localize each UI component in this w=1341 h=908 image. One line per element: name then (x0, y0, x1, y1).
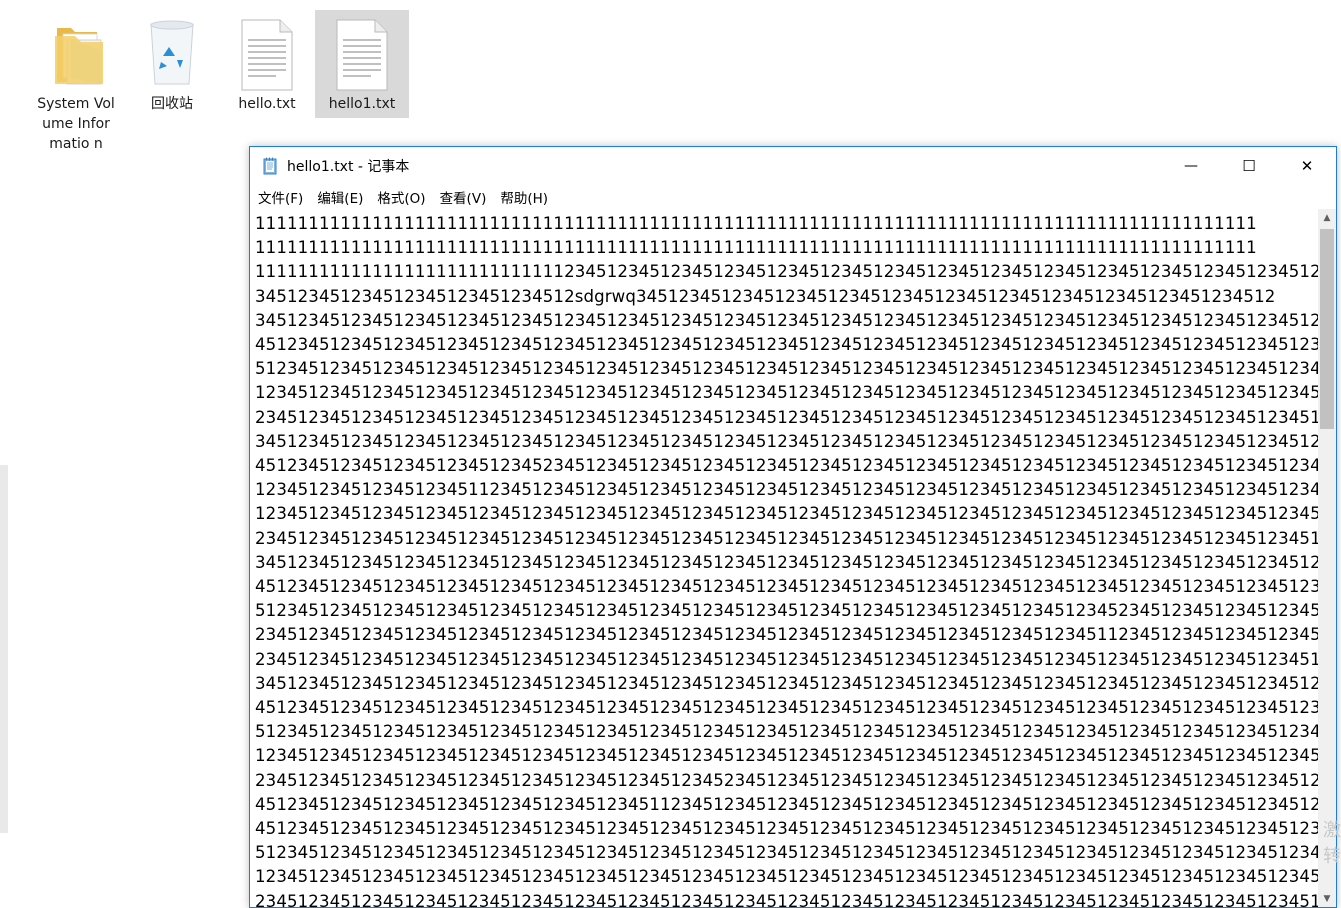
minimize-button[interactable]: — (1162, 147, 1220, 185)
desktop-icon-label: hello1.txt (328, 96, 396, 112)
menu-format[interactable]: 格式(O) (369, 187, 431, 207)
desktop-icon-system-volume-information[interactable]: System Volume Informatio n (29, 10, 123, 158)
text-line: 2345123451234512345123451234512345123451… (255, 528, 1318, 548)
text-line: 4512345123451234512345123451234512345123… (255, 698, 1318, 718)
desktop-icon-recycle-bin[interactable]: 回收站 (125, 10, 219, 118)
text-line: 4512345123451234512345123451234512345123… (255, 577, 1318, 597)
text-line: 5123451234512345123451234512345123451234… (255, 601, 1318, 621)
text-line: 5123451234512345123451234512345123451234… (255, 843, 1318, 863)
scroll-down-icon[interactable]: ▼ (1318, 890, 1336, 907)
text-line: 1111111111111111111111111111123451234512… (255, 262, 1318, 282)
text-line: 1234512345123451234512345123451234512345… (255, 383, 1318, 403)
desktop-icon-hello1-txt[interactable]: hello1.txt (315, 10, 409, 118)
text-line: 3451234512345123451234512345123451234512… (255, 673, 1318, 693)
close-button[interactable]: ✕ (1278, 147, 1336, 185)
left-edge-scrollbar[interactable] (0, 465, 8, 833)
text-line: 4512345123451234512345123451234512345112… (255, 794, 1318, 814)
recycle-bin-icon (141, 16, 203, 92)
desktop-icon-label: 回收站 (151, 96, 193, 112)
text-line: 4512345123451234512345123451234512345123… (255, 335, 1318, 355)
text-line: 1234512345123451234511234512345123451234… (255, 480, 1318, 500)
notepad-icon (261, 157, 279, 175)
text-line: 345123451234512345123451234512sdgrwq3451… (255, 286, 1276, 306)
text-line: 1234512345123451234512345123451234512345… (255, 504, 1318, 524)
minimize-icon: — (1184, 158, 1198, 174)
vertical-scrollbar[interactable]: ▲ ▼ (1318, 209, 1336, 907)
menu-edit[interactable]: 编辑(E) (309, 187, 369, 207)
text-editor[interactable]: 1111111111111111111111111111111111111111… (250, 209, 1318, 907)
scroll-up-icon[interactable]: ▲ (1318, 209, 1336, 226)
desktop-icon-label: System Volume Informatio n (37, 96, 115, 152)
text-line: 2345123451234512345123451234512345123451… (255, 770, 1318, 790)
desktop-icon-hello-txt[interactable]: hello.txt (220, 10, 314, 118)
text-line: 5123451234512345123451234512345123451234… (255, 359, 1318, 379)
maximize-button[interactable]: ☐ (1220, 147, 1278, 185)
watermark: 激 转 (1323, 820, 1341, 867)
scrollbar-thumb[interactable] (1320, 229, 1334, 429)
text-line: 2345123451234512345123451234512345123451… (255, 649, 1318, 669)
text-file-icon (331, 16, 393, 92)
text-file-icon (236, 16, 298, 92)
folder-icon (45, 16, 107, 92)
maximize-icon: ☐ (1242, 157, 1256, 175)
close-icon: ✕ (1300, 157, 1314, 175)
text-line: 2345123451234512345123451234512345123451… (255, 625, 1318, 645)
text-line: 1234512345123451234512345123451234512345… (255, 746, 1318, 766)
text-line: 2345123451234512345123451234512345123451… (255, 407, 1318, 427)
text-line: 5123451234512345123451234512345123451234… (255, 722, 1318, 742)
text-line: 4512345123451234512345123451234512345123… (255, 819, 1318, 839)
title-bar[interactable]: hello1.txt - 记事本 — ☐ ✕ (250, 147, 1336, 185)
text-line: 1111111111111111111111111111111111111111… (255, 238, 1257, 258)
text-line: 1111111111111111111111111111111111111111… (255, 214, 1257, 233)
menu-help[interactable]: 帮助(H) (492, 187, 554, 207)
text-line: 3451234512345123451234512345123451234512… (255, 431, 1318, 451)
menu-file[interactable]: 文件(F) (250, 187, 309, 207)
text-line: 4512345123451234512345123452345123451234… (255, 456, 1318, 476)
menu-view[interactable]: 查看(V) (432, 187, 493, 207)
text-line: 3451234512345123451234512345123451234512… (255, 552, 1318, 572)
menu-bar: 文件(F) 编辑(E) 格式(O) 查看(V) 帮助(H) (250, 185, 1336, 208)
notepad-window[interactable]: hello1.txt - 记事本 — ☐ ✕ 文件(F) 编辑(E) 格式(O)… (249, 146, 1337, 908)
text-line: 1234512345123451234512345123451234512345… (255, 867, 1318, 887)
window-title: hello1.txt - 记事本 (287, 159, 410, 175)
text-line: 2345123451234512345123451234512345123451… (255, 891, 1318, 907)
desktop-icon-label: hello.txt (238, 96, 296, 112)
text-line: 3451234512345123451234512345123451234512… (255, 310, 1318, 330)
